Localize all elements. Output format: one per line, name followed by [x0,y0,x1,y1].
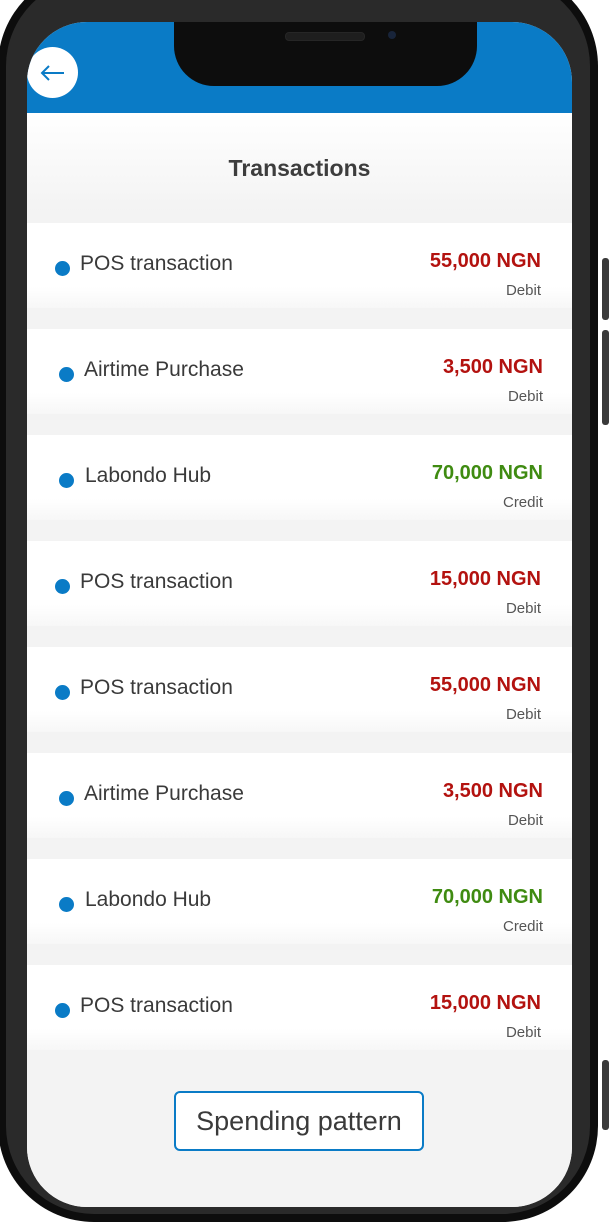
transaction-name: POS transaction [80,252,233,275]
transaction-row[interactable]: POS transaction 55,000 NGN Debit [27,223,572,308]
transaction-name: POS transaction [80,994,233,1017]
transaction-type: Debit [507,812,543,829]
transaction-name: Labondo Hub [85,888,212,911]
bullet-icon [55,579,70,594]
bullet-icon [55,1003,70,1018]
transaction-row[interactable]: Labondo Hub 70,000 NGN Credit [27,859,572,944]
transaction-name: Labondo Hub [85,464,212,487]
speaker-grille [285,32,365,41]
transaction-amount: 70,000 NGN [431,462,543,484]
bullet-icon [59,791,74,806]
transaction-row[interactable]: POS transaction 15,000 NGN Debit [27,965,572,1050]
transaction-type: Debit [505,282,541,299]
transaction-row[interactable]: POS transaction 55,000 NGN Debit [27,647,572,732]
bullet-icon [55,261,70,276]
bullet-icon [59,897,74,912]
transaction-amount: 3,500 NGN [442,356,543,378]
transaction-name: POS transaction [80,676,233,699]
transaction-type: Debit [505,600,541,617]
transaction-row[interactable]: Airtime Purchase 3,500 NGN Debit [27,329,572,414]
bullet-icon [55,685,70,700]
back-button[interactable] [27,47,78,98]
transaction-amount: 3,500 NGN [442,780,543,802]
section-title: Transactions [228,155,371,181]
spending-pattern-button[interactable]: Spending pattern [174,1091,424,1151]
transaction-type: Credit [502,918,543,935]
transaction-type: Credit [502,494,543,511]
transaction-type: Debit [507,388,543,405]
transaction-amount: 55,000 NGN [429,250,541,272]
bullet-icon [59,367,74,382]
phone-side-button [602,258,609,320]
phone-side-button [602,1060,609,1130]
transaction-row[interactable]: POS transaction 15,000 NGN Debit [27,541,572,626]
transaction-amount: 70,000 NGN [431,886,543,908]
phone-notch [174,22,477,86]
transaction-type: Debit [505,1024,541,1041]
transaction-name: POS transaction [80,570,233,593]
transactions-page: Transactions POS transaction 55,000 NGN … [27,113,572,1207]
transaction-name: Airtime Purchase [84,358,244,381]
transaction-name: Airtime Purchase [84,782,244,805]
transaction-type: Debit [505,706,541,723]
bullet-icon [59,473,74,488]
transaction-amount: 55,000 NGN [429,674,541,696]
front-camera [388,31,396,39]
transaction-amount: 15,000 NGN [429,568,541,590]
app-screen: All Transaction Transactions POS transac… [27,22,572,1207]
transaction-row[interactable]: Airtime Purchase 3,500 NGN Debit [27,753,572,838]
transaction-row[interactable]: Labondo Hub 70,000 NGN Credit [27,435,572,520]
arrow-left-icon [40,64,64,81]
transaction-amount: 15,000 NGN [429,992,541,1014]
phone-side-button [602,330,609,425]
